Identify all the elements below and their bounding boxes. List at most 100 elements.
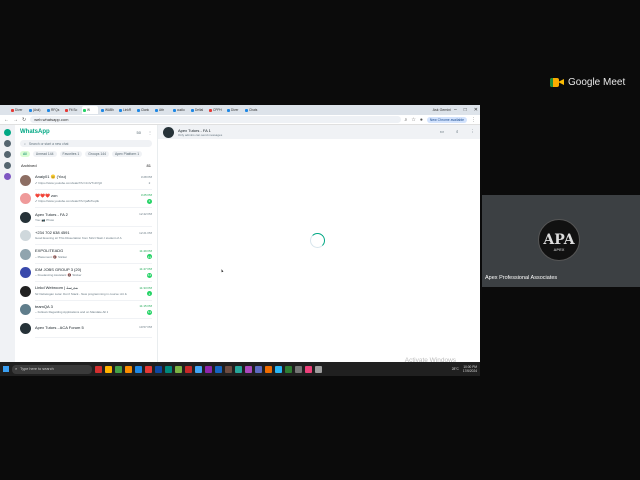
browser-tab[interactable]: Claric [136,106,152,114]
ask-gemini[interactable]: Ask Gemini – □ ✕ [433,107,480,113]
chat-list-item[interactable]: Apex Tutors - FA 2 12:42 PM You: 📷 Photo [15,208,157,227]
participant-tile[interactable]: APA APEX Apex Professional Associates [482,195,640,287]
taskbar-app-icon[interactable] [255,365,262,373]
chat-time: 11:15 PM [139,304,152,309]
taskbar-app-icon[interactable] [245,365,252,373]
chat-time: 10:57 PM [139,325,152,330]
communities-icon[interactable] [4,162,11,169]
taskbar-app-icon[interactable] [165,365,172,373]
chat-row-top: Apex Tutors - FA 2 12:42 PM [35,212,152,217]
taskbar-app-icon[interactable] [115,365,122,373]
taskbar-app-icon[interactable] [275,365,282,373]
taskbar-app-icon[interactable] [185,365,192,373]
chat-list-item[interactable]: teamQA 3 11:15 PM ~ Follows Regarding Appl… [15,301,157,319]
chat-row-bottom: ~ Freelancing Assistant: 🔇 Sticker 44 [35,272,152,278]
taskbar-app-icon[interactable] [95,365,102,373]
search-icon[interactable]: ⌕ [456,129,459,135]
menu-icon[interactable]: ⋮ [471,129,476,135]
status-icon[interactable] [4,140,11,147]
browser-tab[interactable]: Fit So [64,106,80,114]
taskbar-app-icon[interactable] [145,365,152,373]
browser-tab[interactable]: audio [172,106,188,114]
chat-list-item[interactable]: Linkd Webroom | مدرسة 11:33 PM Sir Debelog… [15,282,157,301]
filter-chip[interactable]: Apex Platform 1 [112,151,143,157]
taskbar-app-icon[interactable] [205,365,212,373]
tab-favicon-icon [101,108,104,112]
browser-tab[interactable]: Chats [244,106,260,114]
chat-list-item[interactable]: Apex Tutors - ACA Forum 5 10:57 PM [15,319,157,338]
zoom-icon[interactable]: ⌕ [405,117,408,123]
channels-icon[interactable] [4,151,11,158]
back-icon[interactable]: ← [4,117,9,123]
url-field[interactable]: web.whatsapp.com [30,116,401,123]
google-meet-logo: Google Meet [550,77,625,88]
window-controls: – □ ✕ [454,107,478,113]
chat-list-item[interactable]: IDM JOBS GROUP 3 (20) 11:47 PM ~ Freelanci… [15,264,157,282]
video-call-icon[interactable]: ▭ [440,129,444,135]
forward-icon[interactable]: → [13,117,18,123]
chats-icon[interactable] [4,129,11,136]
taskbar-app-icon[interactable] [195,365,202,373]
bookmark-icon[interactable]: ☆ [411,117,415,123]
taskbar-app-icon[interactable] [125,365,132,373]
conversation-header-icons: ▭ ⌕ ⋮ [440,129,475,135]
browser-tab[interactable]: CPPH [208,106,224,114]
archived-row[interactable]: Archived 81 [15,160,157,171]
taskbar-app-icon[interactable] [265,365,272,373]
chat-list-item[interactable]: +234 702 638 4591 12:21 PM Good Evening si… [15,227,157,245]
taskbar-search-input[interactable]: ⌕ Type here to search [12,364,92,374]
conversation-avatar [163,126,174,138]
menu-icon[interactable]: ⋮ [148,130,152,135]
windows-start-icon[interactable] [3,366,9,372]
chat-name: Apex Tutors - ACA Forum 5 [35,324,84,330]
clock[interactable]: 10:00 PM 17/6/2024 [463,365,477,373]
browser-tab[interactable]: LinkR [118,106,134,114]
chat-last-message: ~ Follows Regarding Applications and on … [35,310,109,315]
taskbar-app-icon[interactable] [225,365,232,373]
ask-gemini-label[interactable]: Ask Gemini [433,108,451,112]
filter-chip[interactable]: Groups 144 [85,151,110,157]
meta-ai-icon[interactable] [4,173,11,180]
chat-name: teamQA 3 [35,303,53,309]
close-icon[interactable]: ✕ [474,107,478,113]
taskbar-app-icon[interactable] [175,365,182,373]
browser-tab[interactable]: RFQs [46,106,62,114]
chrome-update-button[interactable]: New Chrome available [426,116,467,123]
chat-list-item[interactable]: EXPOLITEADG 11:49 PM ~ Placement: 🔇 Sticke… [15,245,157,264]
browser-tab[interactable]: Diver [226,106,242,114]
filter-chip[interactable]: Favorites 1 [59,151,83,157]
chat-list-item[interactable]: ❤️❤️❤️ zon 3:25 PM ✔ https://www.youtube.c… [15,190,157,208]
tab-label: (Ask) [33,108,41,112]
browser-tab[interactable]: (Ask) [28,106,44,114]
chat-time: 11:33 PM [139,285,152,290]
system-tray: 28°C 10:00 PM 17/6/2024 [452,365,477,373]
new-chat-icon[interactable]: 50 [137,130,141,135]
filter-chip[interactable]: Unread 144 [32,151,57,157]
minimize-icon[interactable]: – [454,107,457,113]
filter-chip[interactable]: All [20,151,30,157]
maximize-icon[interactable]: □ [464,107,467,113]
chat-search-input[interactable]: ⌕ Search or start a new chat [20,140,152,147]
chat-last-message: ✔ https://www.youtube.com/watch?v=ja8sTu… [35,199,100,204]
taskbar-app-icon[interactable] [235,365,242,373]
taskbar-app-icon[interactable] [295,365,302,373]
taskbar-app-icon[interactable] [155,365,162,373]
profile-icon[interactable]: ● [420,117,423,123]
menu-icon[interactable]: ⋮ [471,117,476,123]
browser-tab[interactable]: Deltal [190,106,206,114]
clock-date: 17/6/2024 [462,369,477,373]
taskbar-app-icon[interactable] [135,365,142,373]
browser-tab[interactable]: Diver [10,106,26,114]
weather-label[interactable]: 28°C [452,367,459,371]
taskbar-app-icon[interactable] [315,365,322,373]
conversation-header[interactable]: Apex Tutors - FA 1 Only admins can send … [158,125,480,139]
chat-list-item[interactable]: Anaiy01 😊 (You) 3:28 PM ✔ https://www.yout… [15,171,157,190]
taskbar-app-icon[interactable] [305,365,312,373]
browser-tab[interactable]: Attr [154,106,170,114]
taskbar-app-icon[interactable] [105,365,112,373]
browser-tab[interactable]: W [82,106,98,114]
taskbar-app-icon[interactable] [215,365,222,373]
reload-icon[interactable]: ↻ [22,117,26,123]
taskbar-app-icon[interactable] [285,365,292,373]
browser-tab[interactable]: WABh [100,106,116,114]
